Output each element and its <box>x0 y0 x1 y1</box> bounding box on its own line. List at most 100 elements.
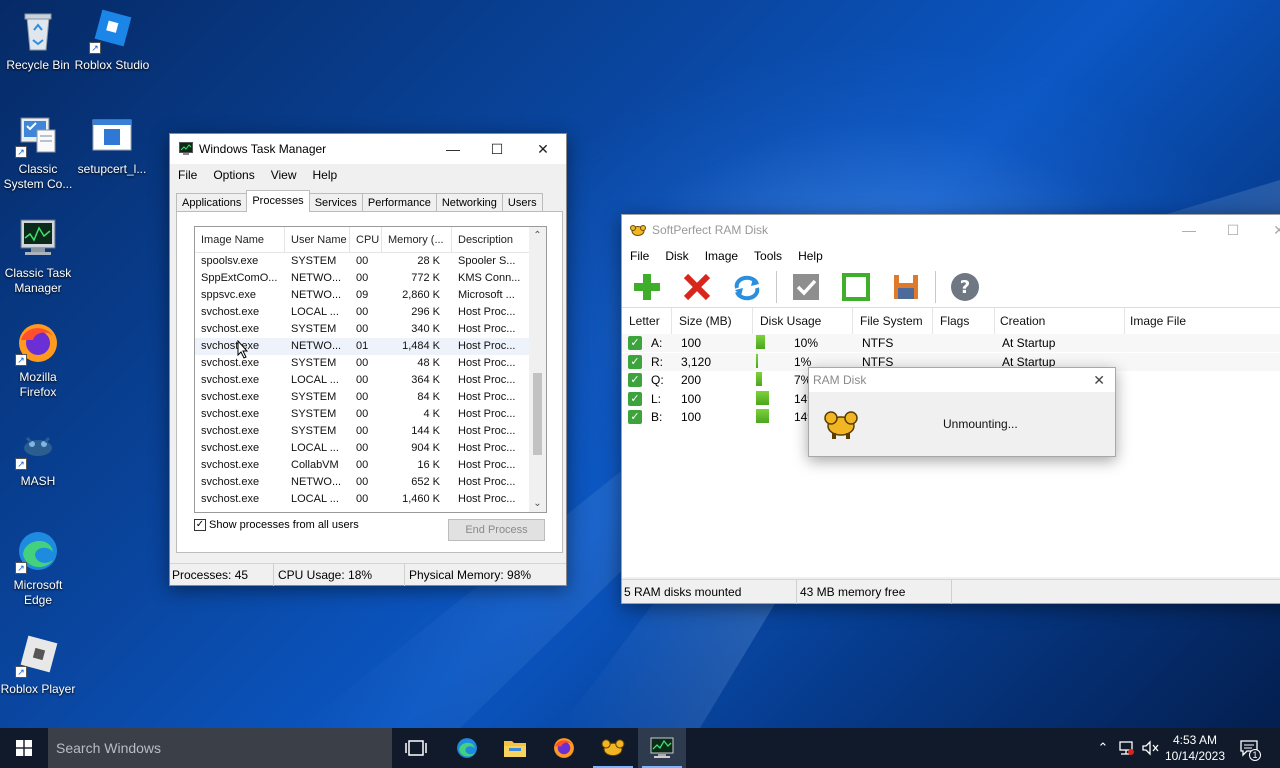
task-manager-titlebar[interactable]: Windows Task Manager — ☐ ✕ <box>170 134 566 164</box>
table-row[interactable]: svchost.exe LOCAL ... 00 904 K Host Proc... <box>195 440 531 457</box>
desktop-icon-roblox-studio[interactable]: ↗ Roblox Studio <box>74 8 150 73</box>
table-row[interactable]: svchost.exe SYSTEM 00 340 K Host Proc... <box>195 321 531 338</box>
taskbar-ramdisk[interactable] <box>589 728 637 768</box>
desktop-icon-firefox[interactable]: ↗ Mozilla Firefox <box>0 320 76 400</box>
desktop-icon-recycle-bin[interactable]: Recycle Bin <box>0 8 76 73</box>
taskbar-clock[interactable]: 4:53 AM 10/14/2023 <box>1160 732 1230 764</box>
desktop-icon-mash[interactable]: ↗ MASH <box>0 424 76 489</box>
menu-file[interactable]: File <box>170 168 205 182</box>
column-memory[interactable]: Memory (... <box>382 227 452 253</box>
taskbar-firefox[interactable] <box>540 728 588 768</box>
column-image-file[interactable]: Image File <box>1123 308 1280 334</box>
desktop-icon-classic-system-config[interactable]: ↗ Classic System Co... <box>0 112 76 192</box>
show-all-users-checkbox[interactable]: ✓ <box>194 519 206 531</box>
taskbar-search-box[interactable]: Search Windows <box>48 728 392 768</box>
cell-image-name: svchost.exe <box>201 459 260 471</box>
shortcut-arrow-icon: ↗ <box>15 666 27 678</box>
apply-button[interactable] <box>781 267 831 307</box>
add-disk-button[interactable] <box>622 267 672 307</box>
network-tray-button[interactable] <box>1115 728 1137 768</box>
column-cpu[interactable]: CPU <box>350 227 382 253</box>
scroll-thumb[interactable] <box>533 373 542 455</box>
column-disk-usage[interactable]: Disk Usage <box>753 308 853 334</box>
scroll-down-icon[interactable]: ⌄ <box>529 495 546 512</box>
table-row[interactable]: svchost.exe SYSTEM 00 84 K Host Proc... <box>195 389 531 406</box>
menu-options[interactable]: Options <box>205 168 262 182</box>
table-row[interactable]: svchost.exe LOCAL ... 00 364 K Host Proc... <box>195 372 531 389</box>
process-list-scrollbar[interactable]: ⌃ ⌄ <box>529 227 546 512</box>
menu-help[interactable]: Help <box>790 249 831 263</box>
close-button[interactable]: ✕ <box>1256 215 1280 245</box>
table-row[interactable]: svchost.exe NETWO... 00 652 K Host Proc... <box>195 474 531 491</box>
dialog-titlebar[interactable]: RAM Disk ✕ <box>809 368 1115 392</box>
menu-disk[interactable]: Disk <box>657 249 696 263</box>
column-size[interactable]: Size (MB) <box>672 308 753 334</box>
tab-performance[interactable]: Performance <box>361 193 437 212</box>
ram-disk-logo-icon <box>823 408 859 443</box>
table-row[interactable]: svchost.exe SYSTEM 00 4 K Host Proc... <box>195 406 531 423</box>
select-button[interactable] <box>831 267 881 307</box>
refresh-button[interactable] <box>722 267 772 307</box>
mounted-check-icon[interactable]: ✓ <box>628 354 642 369</box>
table-row[interactable]: sppsvc.exe NETWO... 09 2,860 K Microsoft ... <box>195 287 531 304</box>
column-letter[interactable]: Letter <box>622 308 672 334</box>
table-row[interactable]: svchost.exe SYSTEM 00 144 K Host Proc... <box>195 423 531 440</box>
desktop-icon-edge[interactable]: ↗ Microsoft Edge <box>0 528 76 608</box>
taskbar-task-manager[interactable] <box>638 728 686 768</box>
process-list[interactable]: Image Name User Name CPU Memory (... Des… <box>194 226 547 513</box>
mounted-check-icon[interactable]: ✓ <box>628 336 642 350</box>
mounted-check-icon[interactable]: ✓ <box>628 391 642 406</box>
table-row[interactable]: svchost.exe LOCAL ... 00 296 K Host Proc... <box>195 304 531 321</box>
tab-users[interactable]: Users <box>501 193 543 212</box>
column-flags[interactable]: Flags <box>933 308 995 334</box>
menu-tools[interactable]: Tools <box>746 249 790 263</box>
column-user-name[interactable]: User Name <box>285 227 350 253</box>
maximize-button[interactable]: ☐ <box>1210 215 1256 245</box>
menu-help[interactable]: Help <box>305 168 346 182</box>
cell-user-name: SYSTEM <box>291 408 337 420</box>
taskbar-file-explorer[interactable] <box>491 728 539 768</box>
help-button[interactable]: ? <box>940 267 990 307</box>
tab-applications[interactable]: Applications <box>176 193 248 212</box>
maximize-button[interactable]: ☐ <box>474 134 520 164</box>
column-image-name[interactable]: Image Name <box>195 227 285 253</box>
close-button[interactable]: ✕ <box>520 134 566 164</box>
menu-view[interactable]: View <box>263 168 305 182</box>
dialog-close-button[interactable]: ✕ <box>1093 368 1105 392</box>
tab-processes[interactable]: Processes <box>246 190 310 212</box>
task-manager-tabs: Applications Processes Services Performa… <box>176 190 543 212</box>
taskbar-edge[interactable] <box>443 728 491 768</box>
mounted-check-icon[interactable]: ✓ <box>628 410 642 424</box>
table-row[interactable]: spoolsv.exe SYSTEM 00 28 K Spooler S... <box>195 253 531 270</box>
column-description[interactable]: Description <box>452 227 532 253</box>
table-row[interactable]: svchost.exe LOCAL ... 00 1,460 K Host Proc..… <box>195 491 531 508</box>
desktop-icon-classic-task-manager[interactable]: Classic Task Manager <box>0 216 76 296</box>
desktop-icon-setupcert[interactable]: setupcert_l... <box>74 112 150 177</box>
show-hidden-icons-button[interactable]: ⌃ <box>1094 728 1112 768</box>
column-file-system[interactable]: File System <box>853 308 933 334</box>
table-row[interactable]: svchost.exe CollabVM 00 16 K Host Proc... <box>195 457 531 474</box>
mounted-check-icon[interactable]: ✓ <box>628 373 642 387</box>
menu-image[interactable]: Image <box>697 249 746 263</box>
cell-image-name: sppsvc.exe <box>201 289 257 301</box>
end-process-button[interactable]: End Process <box>448 519 545 541</box>
column-creation[interactable]: Creation <box>993 308 1125 334</box>
tab-services[interactable]: Services <box>308 193 363 212</box>
table-row[interactable]: SppExtComO... NETWO... 00 772 K KMS Conn... <box>195 270 531 287</box>
minimize-button[interactable]: — <box>1166 215 1212 245</box>
disk-usage-meter: 10% <box>756 334 852 352</box>
scroll-up-icon[interactable]: ⌃ <box>529 227 546 244</box>
tab-networking[interactable]: Networking <box>435 193 503 212</box>
show-all-users-option[interactable]: ✓ Show processes from all users <box>194 519 359 531</box>
ramdisk-row[interactable]: ✓ A: 100 10% NTFS At Startup <box>622 334 1280 352</box>
start-button[interactable] <box>0 728 48 768</box>
minimize-button[interactable]: — <box>430 134 476 164</box>
desktop-icon-roblox-player[interactable]: ↗ Roblox Player <box>0 632 76 697</box>
task-view-button[interactable] <box>392 728 440 768</box>
volume-tray-button[interactable] <box>1139 728 1161 768</box>
ramdisk-titlebar[interactable]: SoftPerfect RAM Disk — ☐ ✕ <box>622 215 1280 245</box>
save-image-button[interactable] <box>881 267 931 307</box>
remove-disk-button[interactable] <box>672 267 722 307</box>
action-center-button[interactable]: 1 <box>1234 728 1264 768</box>
menu-file[interactable]: File <box>622 249 657 263</box>
